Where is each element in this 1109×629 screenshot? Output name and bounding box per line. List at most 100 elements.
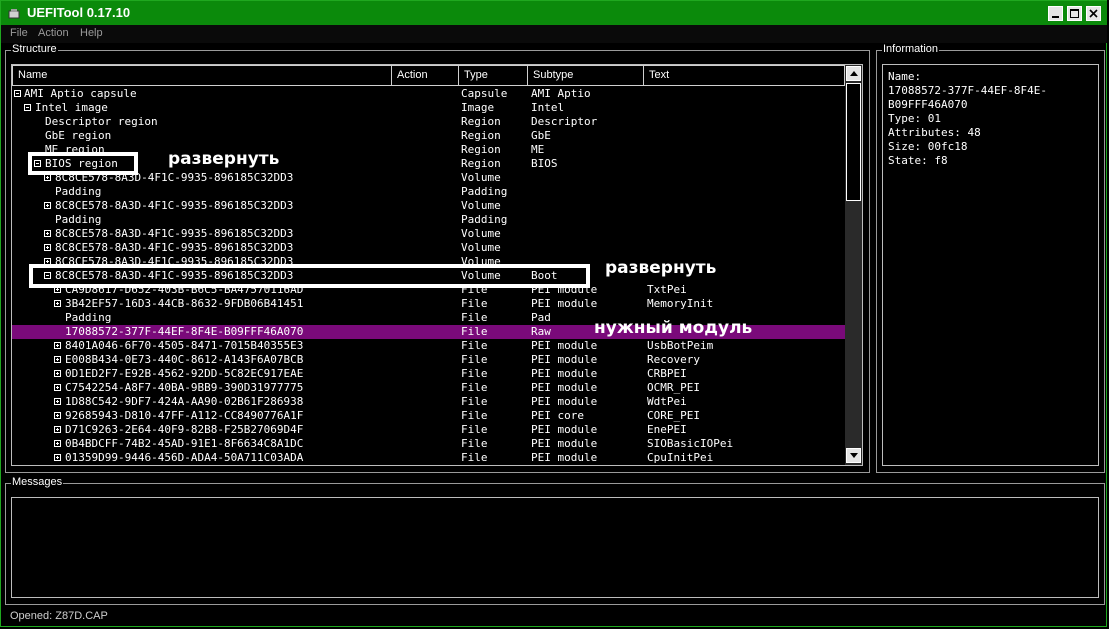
title-bar[interactable]: UEFITool 0.17.10 <box>1 1 1107 25</box>
tree-cell-subtype: PEI core <box>531 409 584 422</box>
tree-row[interactable]: AMI Aptio capsule Capsule AMI Aptio <box>12 87 846 101</box>
tree-cell-name: Padding <box>65 311 112 324</box>
expand-icon[interactable] <box>54 370 61 377</box>
expand-icon[interactable] <box>54 300 61 307</box>
tree-row[interactable]: 3B42EF57-16D3-44CB-8632-9FDB06B41451 File… <box>12 297 846 311</box>
tree-row[interactable]: GbE region Region GbE <box>12 129 846 143</box>
expand-icon[interactable] <box>44 230 51 237</box>
info-line: State: f8 <box>888 154 948 167</box>
tree-cell-subtype: PEI module <box>531 381 598 394</box>
tree-cell-text: TxtPei <box>647 283 687 296</box>
tree-row[interactable]: E008B434-0E73-440C-8612-A143F6A07BCB File… <box>12 353 846 367</box>
tree-row[interactable]: 8C8CE578-8A3D-4F1C-9935-896185C32DD3 Volu… <box>12 227 846 241</box>
tree-cell-name: 92685943-D810-47FF-A112-CC8490776A1F <box>65 409 304 422</box>
tree-row[interactable]: C7542254-A8F7-40BA-9BB9-390D31977775 File… <box>12 381 846 395</box>
column-header-type[interactable]: Type <box>458 65 528 86</box>
tree-cell-type: File <box>461 353 488 366</box>
tree-cell-type: File <box>461 423 488 436</box>
info-line: Size: 00fc18 <box>888 140 968 153</box>
menu-help[interactable]: Help <box>80 27 103 39</box>
messages-panel[interactable] <box>11 497 1099 598</box>
tree-row[interactable]: 01359D99-9446-456D-ADA4-50A711C03ADA File… <box>12 451 846 465</box>
tree-row[interactable]: 0B4BDCFF-74B2-45AD-91E1-8F6634C8A1DC File… <box>12 437 846 451</box>
tree-cell-name: 17088572-377F-44EF-8F4E-B09FFF46A070 <box>65 325 304 338</box>
tree-row[interactable]: Padding Padding <box>12 185 846 199</box>
tree-cell-text: CORE_PEI <box>647 409 700 422</box>
tree-cell-subtype: PEI module <box>531 339 598 352</box>
tree-cell-subtype: Intel <box>531 101 565 114</box>
tree-cell-subtype: ME <box>531 143 545 156</box>
maximize-button[interactable] <box>1067 6 1082 21</box>
column-header-action[interactable]: Action <box>391 65 459 86</box>
tree-cell-text: CpuInitPei <box>647 451 714 464</box>
tree-cell-name: 1D88C542-9DF7-424A-AA90-02B61F286938 <box>65 395 304 408</box>
tree-row[interactable]: Intel image Image Intel <box>12 101 846 115</box>
tree-cell-type: File <box>461 437 488 450</box>
information-label: Information <box>882 43 940 55</box>
expand-icon[interactable] <box>44 174 51 181</box>
tree-cell-subtype: Raw <box>531 325 551 338</box>
close-button[interactable] <box>1086 6 1101 21</box>
highlight-box-bios-region <box>28 152 138 175</box>
tree-row[interactable]: Padding Padding <box>12 213 846 227</box>
vertical-scrollbar[interactable] <box>845 65 862 465</box>
tree-cell-subtype: PEI module <box>531 353 598 366</box>
tree-row[interactable]: 8C8CE578-8A3D-4F1C-9935-896185C32DD3 Volu… <box>12 241 846 255</box>
expand-icon[interactable] <box>54 398 61 405</box>
tree-cell-subtype: PEI module <box>531 437 598 450</box>
information-panel[interactable]: Name: 17088572-377F-44EF-8F4E- B09FFF46A… <box>882 64 1099 466</box>
structure-label: Structure <box>11 43 58 55</box>
tree-cell-type: File <box>461 409 488 422</box>
column-header-text[interactable]: Text <box>643 65 845 86</box>
menu-file[interactable]: File <box>10 27 28 39</box>
column-header-subtype[interactable]: Subtype <box>527 65 644 86</box>
tree-cell-name: 8C8CE578-8A3D-4F1C-9935-896185C32DD3 <box>55 227 294 240</box>
collapse-icon[interactable] <box>24 104 31 111</box>
tree-row[interactable]: Descriptor region Region Descriptor <box>12 115 846 129</box>
tree-cell-name: Descriptor region <box>45 115 158 128</box>
column-header-name[interactable]: Name <box>12 65 392 86</box>
tree-cell-subtype: GbE <box>531 129 551 142</box>
tree-row[interactable]: 0D1ED2F7-E92B-4562-92DD-5C82EC917EAE File… <box>12 367 846 381</box>
tree-cell-name: 8401A046-6F70-4505-8471-7015B40355E3 <box>65 339 304 352</box>
tree-cell-name: GbE region <box>45 129 112 142</box>
expand-icon[interactable] <box>54 412 61 419</box>
tree-cell-subtype: Descriptor <box>531 115 598 128</box>
menu-bar: File Action Help <box>1 25 1107 43</box>
tree-row[interactable]: D71C9263-2E64-40F9-82B8-F25B27069D4F File… <box>12 423 846 437</box>
scroll-up-button[interactable] <box>846 66 861 81</box>
arrow-up-icon <box>850 71 858 76</box>
tree-row[interactable]: 8401A046-6F70-4505-8471-7015B40355E3 File… <box>12 339 846 353</box>
tree-cell-subtype: BIOS <box>531 157 558 170</box>
tree-row[interactable]: 8C8CE578-8A3D-4F1C-9935-896185C32DD3 Volu… <box>12 199 846 213</box>
tree-row[interactable]: 1D88C542-9DF7-424A-AA90-02B61F286938 File… <box>12 395 846 409</box>
tree-cell-text: Recovery <box>647 353 700 366</box>
tree-cell-type: File <box>461 339 488 352</box>
tree-cell-name: 3B42EF57-16D3-44CB-8632-9FDB06B41451 <box>65 297 304 310</box>
expand-icon[interactable] <box>44 244 51 251</box>
tree-cell-type: Volume <box>461 241 501 254</box>
tree-cell-subtype: Pad <box>531 311 551 324</box>
collapse-icon[interactable] <box>14 90 21 97</box>
expand-icon[interactable] <box>54 384 61 391</box>
expand-icon[interactable] <box>54 342 61 349</box>
tree-cell-name: Intel image <box>35 101 108 114</box>
scrollbar-thumb[interactable] <box>846 83 861 201</box>
tree-cell-subtype: AMI Aptio <box>531 87 591 100</box>
expand-icon[interactable] <box>44 202 51 209</box>
expand-icon[interactable] <box>54 440 61 447</box>
info-line: Attributes: 48 <box>888 126 981 139</box>
messages-label: Messages <box>11 476 64 488</box>
tree-cell-text: UsbBotPeim <box>647 339 714 352</box>
expand-icon[interactable] <box>54 454 61 461</box>
expand-icon[interactable] <box>54 356 61 363</box>
tree-cell-text: MemoryInit <box>647 297 714 310</box>
minimize-icon <box>1052 16 1059 18</box>
tree-cell-name: E008B434-0E73-440C-8612-A143F6A07BCB <box>65 353 304 366</box>
annotation-target-module: нужный модуль <box>594 318 753 338</box>
expand-icon[interactable] <box>54 426 61 433</box>
scroll-down-button[interactable] <box>846 448 861 463</box>
tree-row[interactable]: 92685943-D810-47FF-A112-CC8490776A1F File… <box>12 409 846 423</box>
menu-action[interactable]: Action <box>38 27 69 39</box>
minimize-button[interactable] <box>1048 6 1063 21</box>
